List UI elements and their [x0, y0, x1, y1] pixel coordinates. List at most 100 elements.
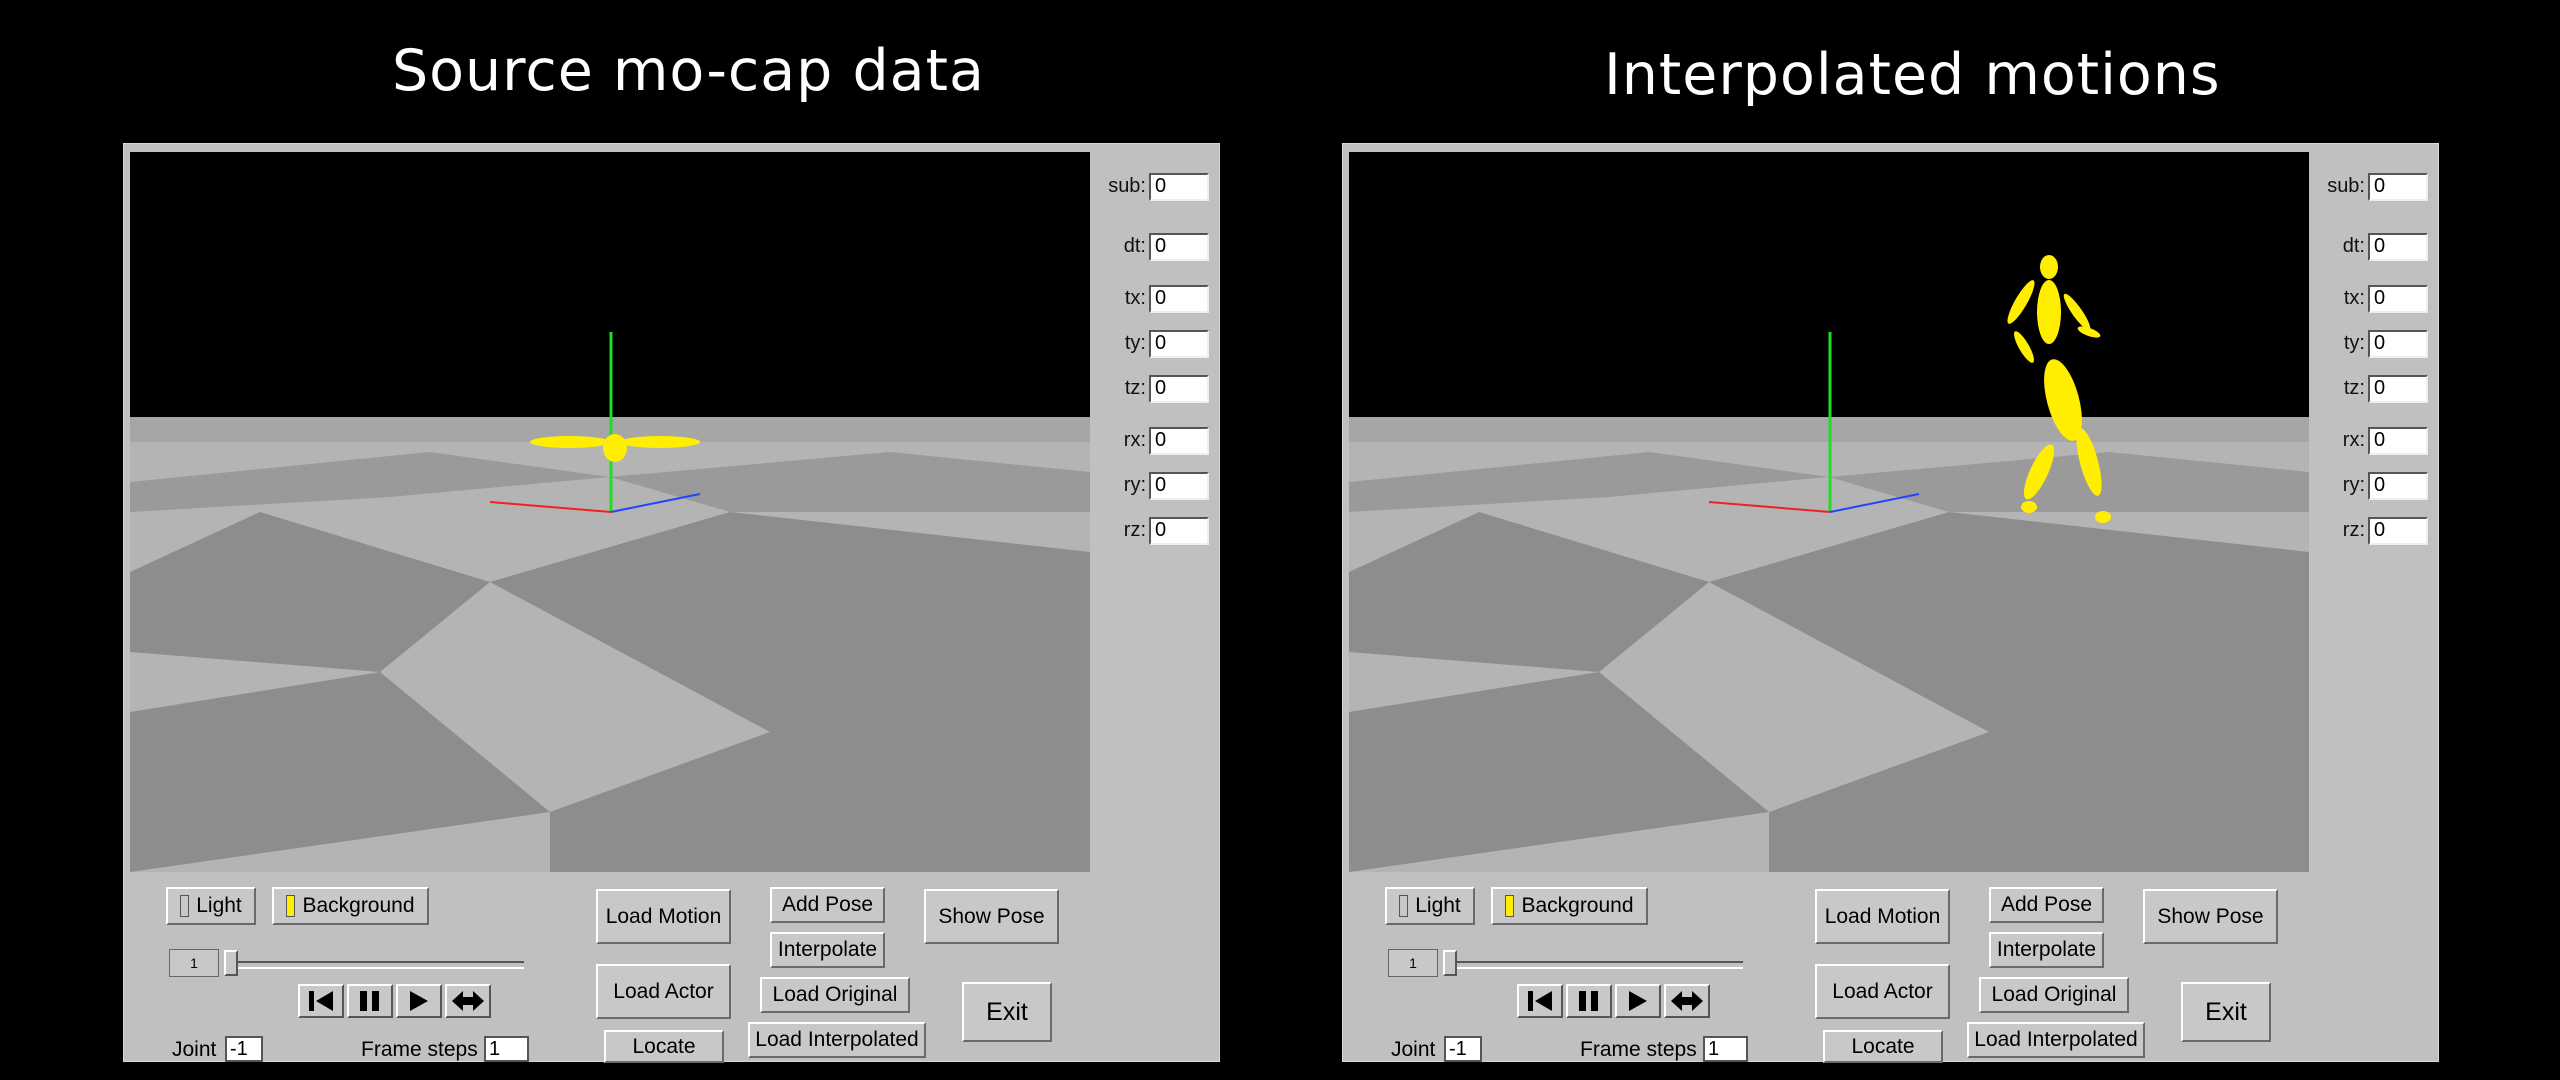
play-icon [410, 991, 428, 1011]
load-actor-button[interactable]: Load Actor [1815, 964, 1950, 1019]
pause-icon [360, 991, 379, 1011]
ty-input[interactable] [2368, 329, 2428, 358]
field-tz: tz: [1125, 372, 1209, 405]
joint-label: Joint [1391, 1038, 1436, 1061]
field-ry: ry: [1124, 469, 1209, 502]
interpolate-button[interactable]: Interpolate [770, 932, 885, 968]
ry-input[interactable] [1149, 471, 1209, 500]
frame-slider-thumb[interactable] [1443, 950, 1457, 976]
loop-icon [452, 991, 484, 1011]
frame-steps-label: Frame steps [1580, 1038, 1697, 1061]
field-dt: dt: [2343, 230, 2428, 263]
load-motion-button[interactable]: Load Motion [1815, 889, 1950, 944]
field-label: rx: [2342, 429, 2365, 451]
load-interpolated-button[interactable]: Load Interpolated [748, 1022, 926, 1058]
field-label: rz: [1123, 519, 1146, 541]
joint-input[interactable]: -1 [225, 1036, 263, 1062]
field-label: dt: [2342, 235, 2365, 257]
skip-to-start-icon [309, 991, 333, 1011]
play-button[interactable] [396, 984, 442, 1018]
loop-button[interactable] [1664, 984, 1710, 1018]
background-toggle[interactable]: Background [272, 887, 429, 925]
pause-icon [1579, 991, 1598, 1011]
load-motion-button[interactable]: Load Motion [596, 889, 731, 944]
interpolate-button[interactable]: Interpolate [1989, 932, 2104, 968]
tz-input[interactable] [1149, 374, 1209, 403]
field-tz: tz: [2344, 372, 2428, 405]
frame-slider-thumb[interactable] [224, 950, 238, 976]
rx-input[interactable] [2368, 426, 2428, 455]
right-heading: Interpolated motions [1604, 42, 2221, 108]
field-label: tz: [1124, 377, 1146, 399]
loop-icon [1671, 991, 1703, 1011]
skip-to-start-button[interactable] [298, 984, 344, 1018]
exit-button[interactable]: Exit [962, 982, 1052, 1042]
3d-viewport[interactable] [1349, 152, 2309, 872]
light-label: Light [196, 894, 242, 917]
locate-button[interactable]: Locate [1823, 1030, 1943, 1063]
frame-slider-track[interactable] [1443, 961, 1743, 969]
load-actor-button[interactable]: Load Actor [596, 964, 731, 1019]
joint-input[interactable]: -1 [1444, 1036, 1482, 1062]
field-label: tx: [2343, 287, 2365, 309]
frame-number: 1 [169, 949, 219, 977]
ry-input[interactable] [2368, 471, 2428, 500]
load-interpolated-button[interactable]: Load Interpolated [1967, 1022, 2145, 1058]
background-checkbox[interactable] [286, 895, 296, 917]
field-label: ry: [1123, 474, 1146, 496]
show-pose-button[interactable]: Show Pose [2143, 889, 2278, 944]
pause-button[interactable] [1566, 984, 1612, 1018]
sub-input[interactable] [2368, 172, 2428, 201]
ty-input[interactable] [1149, 329, 1209, 358]
tx-input[interactable] [1149, 284, 1209, 313]
load-original-button[interactable]: Load Original [760, 977, 910, 1013]
add-pose-button[interactable]: Add Pose [770, 887, 885, 923]
tz-input[interactable] [2368, 374, 2428, 403]
frame-steps-input[interactable]: 1 [484, 1036, 529, 1062]
exit-button[interactable]: Exit [2181, 982, 2271, 1042]
background-label: Background [302, 894, 415, 917]
field-tx: tx: [1125, 282, 1209, 315]
field-ry: ry: [2343, 469, 2428, 502]
light-checkbox[interactable] [1399, 895, 1409, 917]
frame-steps-label: Frame steps [361, 1038, 478, 1061]
play-button[interactable] [1615, 984, 1661, 1018]
tx-input[interactable] [2368, 284, 2428, 313]
frame-number: 1 [1388, 949, 1438, 977]
locate-button[interactable]: Locate [604, 1030, 724, 1063]
rz-input[interactable] [2368, 516, 2428, 545]
field-sub: sub: [1108, 170, 1209, 203]
load-original-button[interactable]: Load Original [1979, 977, 2129, 1013]
field-label: tz: [2343, 377, 2365, 399]
sub-input[interactable] [1149, 172, 1209, 201]
skip-to-start-button[interactable] [1517, 984, 1563, 1018]
frame-slider-track[interactable] [224, 961, 524, 969]
field-rx: rx: [2343, 424, 2428, 457]
light-toggle[interactable]: Light [166, 887, 256, 925]
frame-steps-input[interactable]: 1 [1703, 1036, 1748, 1062]
light-toggle[interactable]: Light [1385, 887, 1475, 925]
background-toggle[interactable]: Background [1491, 887, 1648, 925]
rz-input[interactable] [1149, 516, 1209, 545]
pause-button[interactable] [347, 984, 393, 1018]
scene [130, 152, 1090, 872]
right-app-window: sub: dt: tx: ty: tz: rx: ry: rz: Light B… [1342, 143, 2439, 1063]
rx-input[interactable] [1149, 426, 1209, 455]
field-rz: rz: [2343, 514, 2428, 547]
dt-input[interactable] [2368, 232, 2428, 261]
light-checkbox[interactable] [180, 895, 190, 917]
joint-label: Joint [172, 1038, 217, 1061]
left-app-window: sub: dt: tx: ty: tz: rx: ry: rz: Light B… [123, 143, 1220, 1063]
field-label: ty: [2343, 332, 2365, 354]
3d-viewport[interactable] [130, 152, 1090, 872]
dt-input[interactable] [1149, 232, 1209, 261]
field-ty: ty: [1125, 327, 1209, 360]
show-pose-button[interactable]: Show Pose [924, 889, 1059, 944]
background-checkbox[interactable] [1505, 895, 1515, 917]
loop-button[interactable] [445, 984, 491, 1018]
field-rz: rz: [1124, 514, 1209, 547]
field-label: sub: [2327, 175, 2365, 197]
add-pose-button[interactable]: Add Pose [1989, 887, 2104, 923]
play-icon [1629, 991, 1647, 1011]
field-dt: dt: [1124, 230, 1209, 263]
